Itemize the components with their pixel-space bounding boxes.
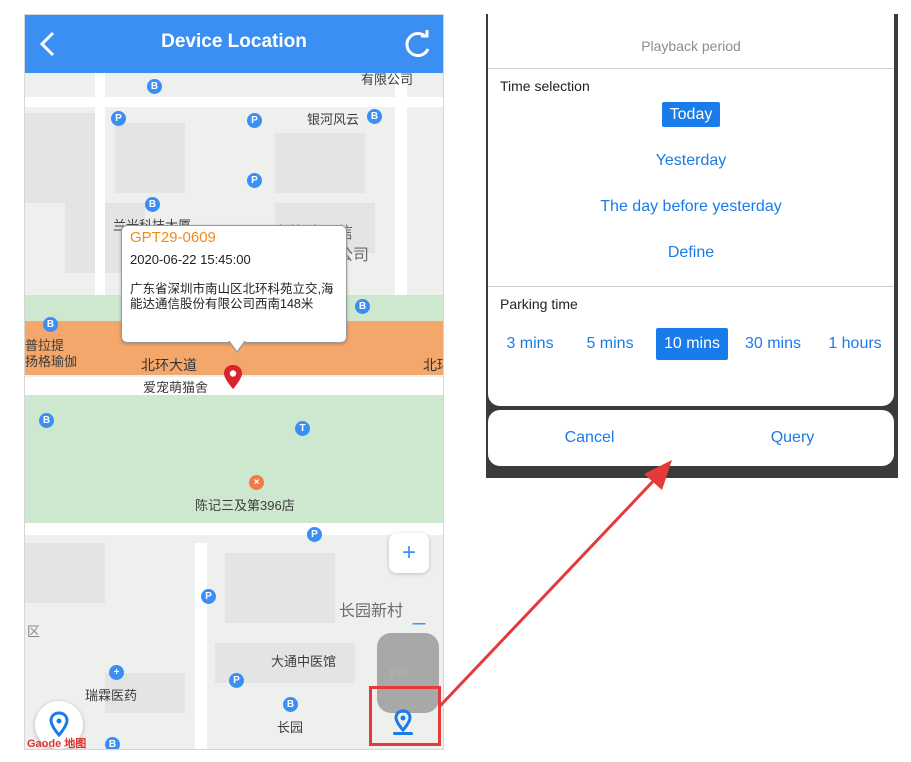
dialog-actions: Cancel Query xyxy=(488,410,894,466)
bus-stop-icon: B xyxy=(39,413,54,428)
map-block xyxy=(115,123,185,193)
parking-option-30-mins[interactable]: 30 mins xyxy=(738,328,808,360)
time-option-yesterday[interactable]: Yesterday xyxy=(488,152,894,170)
device-name: GPT29-0609 xyxy=(130,229,216,246)
parking-time-options: 3 mins 5 mins 10 mins 30 mins 1 hours xyxy=(488,328,894,360)
road xyxy=(25,523,443,535)
playback-period-sheet: Playback period Time selection Today Yes… xyxy=(488,14,894,406)
road xyxy=(195,543,207,749)
map-provider-logo: Gaode 地图 xyxy=(27,738,87,750)
map-label: 长园 xyxy=(277,720,304,735)
map-label: 陈记三及第396店 xyxy=(195,498,295,513)
road xyxy=(395,73,407,313)
map-label: 瑞霖医药 xyxy=(85,688,138,703)
refresh-button[interactable] xyxy=(399,25,435,63)
highlight-box xyxy=(369,686,441,746)
bubble-pointer-fill xyxy=(229,340,245,351)
parking-icon: P xyxy=(247,173,262,188)
time-selection-label: Time selection xyxy=(500,78,590,94)
map-block xyxy=(275,133,365,193)
divider xyxy=(488,68,894,69)
app-header: Device Location xyxy=(25,15,443,73)
bus-stop-icon: B xyxy=(283,697,298,712)
map-block xyxy=(25,113,95,203)
parking-icon: P xyxy=(307,527,322,542)
bus-stop-icon: B xyxy=(147,79,162,94)
zoom-out-button[interactable]: _ xyxy=(405,595,433,635)
map-block xyxy=(25,543,105,603)
cancel-button[interactable]: Cancel xyxy=(488,410,691,466)
device-address: 广东省深圳市南山区北环科苑立交,海能达通信股份有限公司西南148米 xyxy=(130,282,334,311)
parking-option-3-mins[interactable]: 3 mins xyxy=(498,328,562,360)
divider xyxy=(488,286,894,287)
map-view[interactable]: B P P B P B B B B T × P P P + B B 有限公司 银… xyxy=(25,72,443,750)
parking-time-label: Parking time xyxy=(500,296,578,312)
parking-icon: P xyxy=(229,673,244,688)
dialog-title: Playback period xyxy=(641,38,741,54)
bus-stop-icon: B xyxy=(145,197,160,212)
parking-icon: P xyxy=(111,111,126,126)
device-location-screen: Device Location B P P B P B B B B T × P … xyxy=(24,14,444,750)
parking-option-10-mins[interactable]: 10 mins xyxy=(656,328,728,360)
query-button[interactable]: Query xyxy=(691,410,894,466)
bus-stop-icon: B xyxy=(43,317,58,332)
map-label: 区 xyxy=(27,624,41,639)
page-title: Device Location xyxy=(161,31,307,52)
time-option-today[interactable]: Today xyxy=(488,102,894,127)
time-option-define[interactable]: Define xyxy=(488,244,894,262)
parking-option-1-hours[interactable]: 1 hours xyxy=(820,328,890,360)
map-label: 扬格瑜伽 xyxy=(25,354,78,369)
parking-icon: P xyxy=(201,589,216,604)
device-timestamp: 2020-06-22 15:45:00 xyxy=(130,252,251,267)
road xyxy=(25,97,443,107)
refresh-icon xyxy=(405,30,430,57)
zoom-in-button[interactable]: + xyxy=(389,533,429,573)
bus-stop-icon: B xyxy=(355,299,370,314)
map-label: 大通中医馆 xyxy=(271,654,337,669)
map-label: 长园新村 xyxy=(339,603,404,620)
road xyxy=(95,73,105,313)
map-label: 有限公司 xyxy=(361,72,414,87)
road-label: 北环大道 xyxy=(141,357,197,373)
time-option-day-before-yesterday[interactable]: The day before yesterday xyxy=(488,198,894,216)
map-label: 爱宠萌猫舍 xyxy=(143,380,209,395)
parking-icon: P xyxy=(247,113,262,128)
pharmacy-icon: + xyxy=(109,665,124,680)
location-pin-icon[interactable] xyxy=(224,365,242,389)
toilet-icon: T xyxy=(295,421,310,436)
playback-dialog-screen: Playback period Time selection Today Yes… xyxy=(486,14,898,478)
map-label: 银河风云 xyxy=(307,112,360,127)
road-label: 北环 xyxy=(423,357,443,373)
food-icon: × xyxy=(249,475,264,490)
parking-option-5-mins[interactable]: 5 mins xyxy=(578,328,642,360)
device-info-bubble[interactable]: GPT29-0609 2020-06-22 15:45:00 广东省深圳市南山区… xyxy=(121,225,347,343)
map-block xyxy=(225,553,335,623)
bus-stop-icon: B xyxy=(367,109,382,124)
bus-stop-icon: B xyxy=(105,737,120,749)
